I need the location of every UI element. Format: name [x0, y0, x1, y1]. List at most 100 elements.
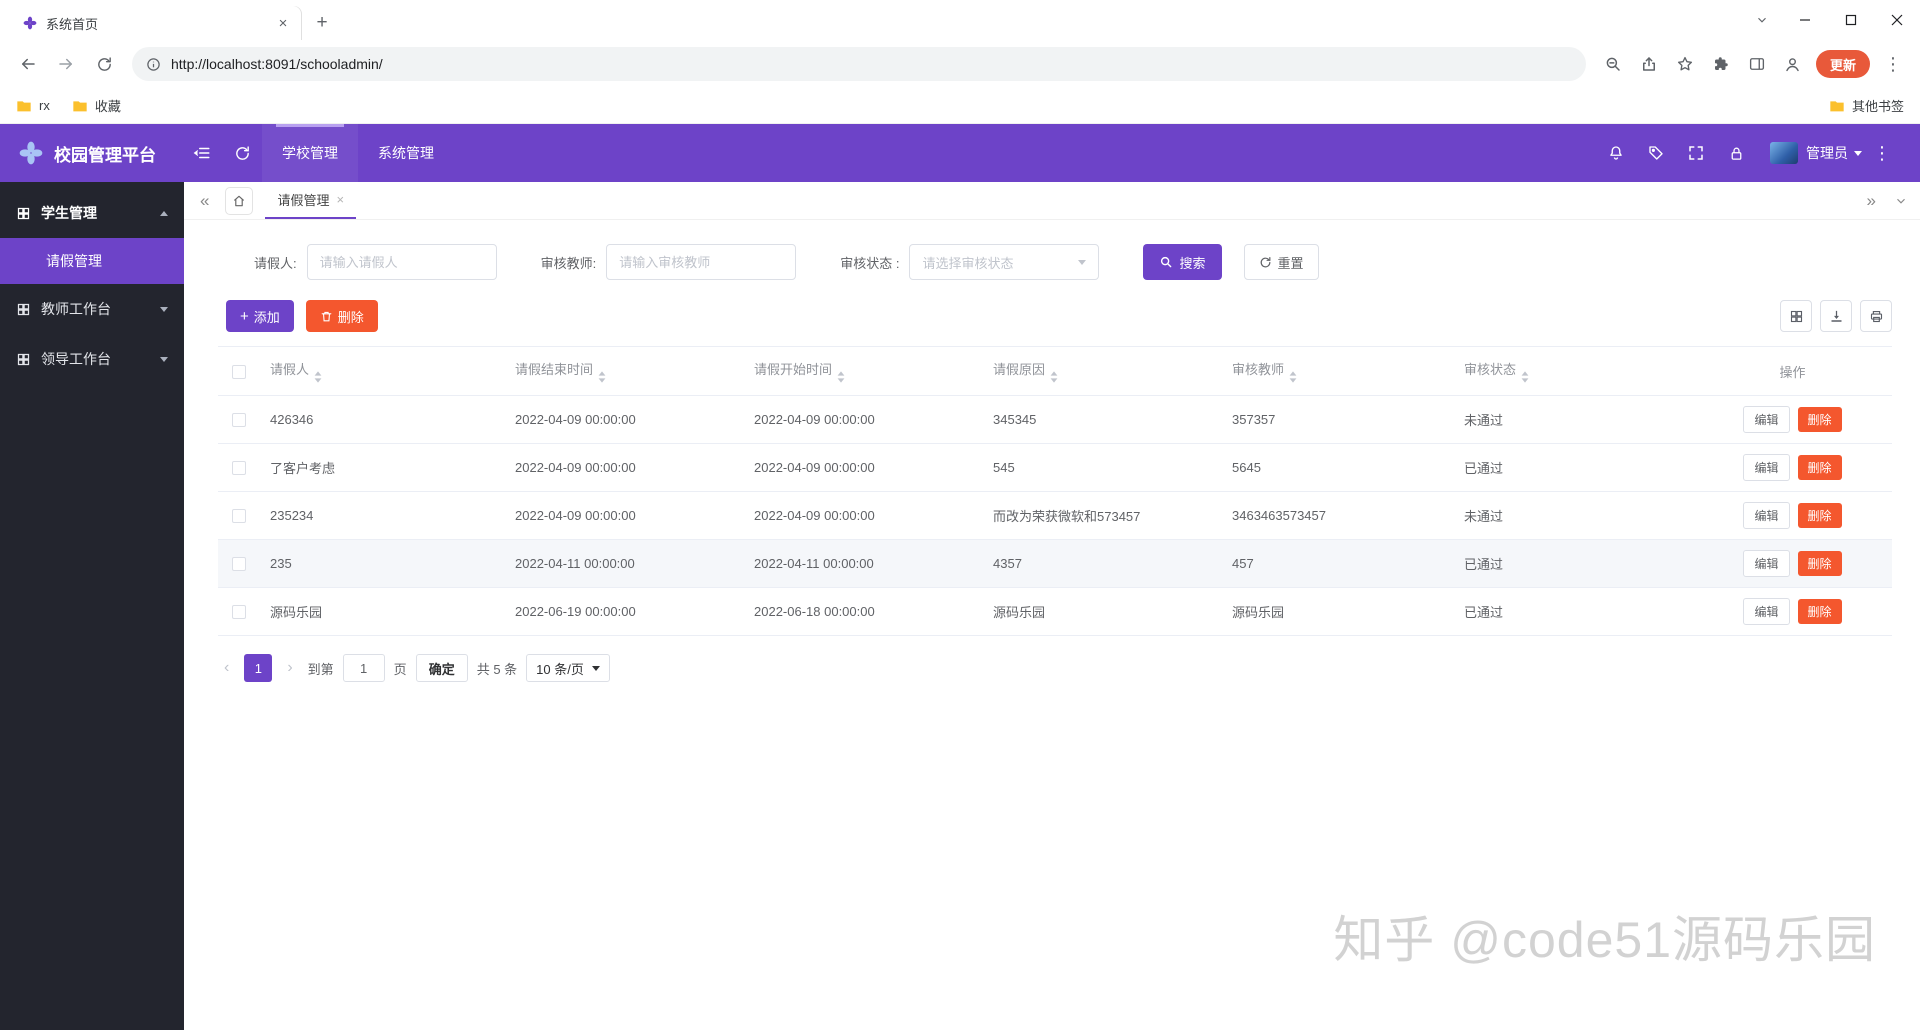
fullscreen-icon[interactable] [1676, 124, 1716, 182]
page-tab-close-icon[interactable]: × [336, 192, 344, 207]
back-icon[interactable] [10, 46, 46, 82]
browser-tab[interactable]: 系统首页 × [12, 6, 302, 40]
table-row: 源码乐园 2022-06-19 00:00:00 2022-06-18 00:0… [218, 587, 1892, 636]
avatar[interactable] [1770, 142, 1798, 164]
edit-button[interactable]: 编辑 [1743, 502, 1790, 529]
table-header-row: 请假人 请假结束时间 请假开始时间 请假原因 审核教师 审核状态 操作 [218, 346, 1892, 396]
sort-icon [598, 371, 606, 383]
site-info-icon[interactable] [146, 57, 161, 72]
cell-reason: 545 [983, 443, 1222, 492]
update-button[interactable]: 更新 [1815, 50, 1870, 78]
row-delete-button[interactable]: 删除 [1797, 455, 1842, 480]
row-checkbox[interactable] [232, 557, 246, 572]
edit-button[interactable]: 编辑 [1743, 406, 1790, 433]
cell-start-time: 2022-04-09 00:00:00 [744, 395, 983, 444]
bookmark-folder-rx[interactable]: rx [16, 98, 50, 113]
export-download-icon[interactable] [1820, 300, 1852, 332]
home-icon[interactable] [225, 186, 254, 215]
column-end-time[interactable]: 请假结束时间 [505, 346, 744, 396]
row-checkbox[interactable] [232, 605, 246, 620]
row-delete-button[interactable]: 删除 [1797, 599, 1842, 624]
goto-confirm-button[interactable]: 确定 [415, 654, 468, 682]
cell-start-time: 2022-04-11 00:00:00 [744, 539, 983, 588]
profile-icon[interactable] [1776, 47, 1810, 81]
extensions-icon[interactable] [1704, 47, 1738, 81]
menu-fold-icon[interactable] [182, 124, 222, 182]
delete-button[interactable]: 删除 [305, 300, 378, 332]
scroll-tabs-left-icon[interactable]: « [196, 191, 213, 211]
tab-search-chevron-icon[interactable] [1742, 0, 1782, 40]
bell-icon[interactable] [1596, 124, 1636, 182]
forward-icon[interactable] [48, 46, 84, 82]
new-tab-button[interactable]: + [308, 9, 336, 37]
column-status[interactable]: 审核状态 [1454, 346, 1693, 396]
browser-toolbar: http://localhost:8091/schooladmin/ 更新 ⋮ [0, 40, 1920, 88]
page-size-select[interactable]: 10 条/页 [526, 654, 610, 682]
review-status-select[interactable]: 请选择审核状态 [909, 244, 1100, 280]
side-panel-icon[interactable] [1740, 47, 1774, 81]
reset-button[interactable]: 重置 [1243, 244, 1319, 280]
bookmark-folder-favorites[interactable]: 收藏 [72, 96, 121, 115]
nav-school-management[interactable]: 学校管理 [262, 124, 358, 182]
sidebar-item-leader-workspace[interactable]: 领导工作台 [0, 334, 184, 384]
select-all-checkbox[interactable] [232, 364, 246, 379]
tab-close-icon[interactable]: × [274, 14, 292, 32]
edit-button[interactable]: 编辑 [1743, 598, 1790, 625]
tag-icon[interactable] [1636, 124, 1676, 182]
leave-person-input[interactable] [306, 244, 497, 280]
printer-icon[interactable] [1860, 300, 1892, 332]
cell-teacher: 5645 [1222, 443, 1454, 492]
scroll-tabs-right-icon[interactable]: » [1863, 191, 1880, 211]
column-start-time[interactable]: 请假开始时间 [744, 346, 983, 396]
edit-button[interactable]: 编辑 [1743, 550, 1790, 577]
row-delete-button[interactable]: 删除 [1797, 503, 1842, 528]
row-checkbox[interactable] [232, 461, 246, 476]
page-tab-leave-management[interactable]: 请假管理 × [265, 182, 357, 219]
cell-person: 了客户考虑 [260, 443, 505, 492]
grid-icon [16, 206, 31, 221]
page-tabbar: « 请假管理 × » [184, 182, 1920, 220]
nav-system-management[interactable]: 系统管理 [358, 124, 454, 182]
review-teacher-input[interactable] [606, 244, 797, 280]
search-button[interactable]: 搜索 [1143, 244, 1222, 280]
reload-icon[interactable] [86, 46, 122, 82]
add-button[interactable]: + 添加 [226, 300, 294, 332]
column-person[interactable]: 请假人 [260, 346, 505, 396]
row-checkbox[interactable] [232, 509, 246, 524]
cell-status: 未通过 [1454, 395, 1693, 444]
sidebar-item-student-management[interactable]: 学生管理 [0, 188, 184, 238]
user-name[interactable]: 管理员 [1806, 143, 1848, 163]
prev-page-icon[interactable]: ‹ [218, 659, 235, 677]
other-bookmarks-button[interactable]: 其他书签 [1829, 96, 1904, 115]
goto-page-input[interactable] [342, 654, 385, 682]
tab-options-chevron-icon[interactable] [1894, 194, 1908, 208]
page-number[interactable]: 1 [244, 654, 273, 682]
favicon-icon [22, 15, 38, 31]
close-button[interactable] [1874, 0, 1920, 40]
url-bar[interactable]: http://localhost:8091/schooladmin/ [132, 47, 1586, 81]
edit-button[interactable]: 编辑 [1743, 454, 1790, 481]
bookmark-star-icon[interactable] [1668, 47, 1702, 81]
row-delete-button[interactable]: 删除 [1797, 551, 1842, 576]
cell-end-time: 2022-04-09 00:00:00 [505, 395, 744, 444]
column-reason[interactable]: 请假原因 [983, 346, 1222, 396]
browser-menu-icon[interactable]: ⋮ [1876, 47, 1910, 81]
share-icon[interactable] [1632, 47, 1666, 81]
sidebar-item-leave-management[interactable]: 请假管理 [0, 238, 184, 284]
maximize-button[interactable] [1828, 0, 1874, 40]
zoom-icon[interactable] [1596, 47, 1630, 81]
cell-person: 源码乐园 [260, 587, 505, 636]
next-page-icon[interactable]: › [281, 659, 298, 677]
page-refresh-icon[interactable] [222, 124, 262, 182]
pagination: ‹ 1 › 到第 页 确定 共 5 条 10 条/页 [218, 654, 1892, 706]
sidebar-item-teacher-workspace[interactable]: 教师工作台 [0, 284, 184, 334]
sidebar-item-label: 教师工作台 [41, 301, 111, 317]
reset-icon [1259, 256, 1272, 269]
column-teacher[interactable]: 审核教师 [1222, 346, 1454, 396]
row-checkbox[interactable] [232, 413, 246, 428]
header-more-icon[interactable]: ⋮ [1862, 124, 1902, 182]
row-delete-button[interactable]: 删除 [1797, 407, 1842, 432]
lock-icon[interactable] [1716, 124, 1756, 182]
columns-grid-icon[interactable] [1780, 300, 1812, 332]
minimize-button[interactable] [1782, 0, 1828, 40]
